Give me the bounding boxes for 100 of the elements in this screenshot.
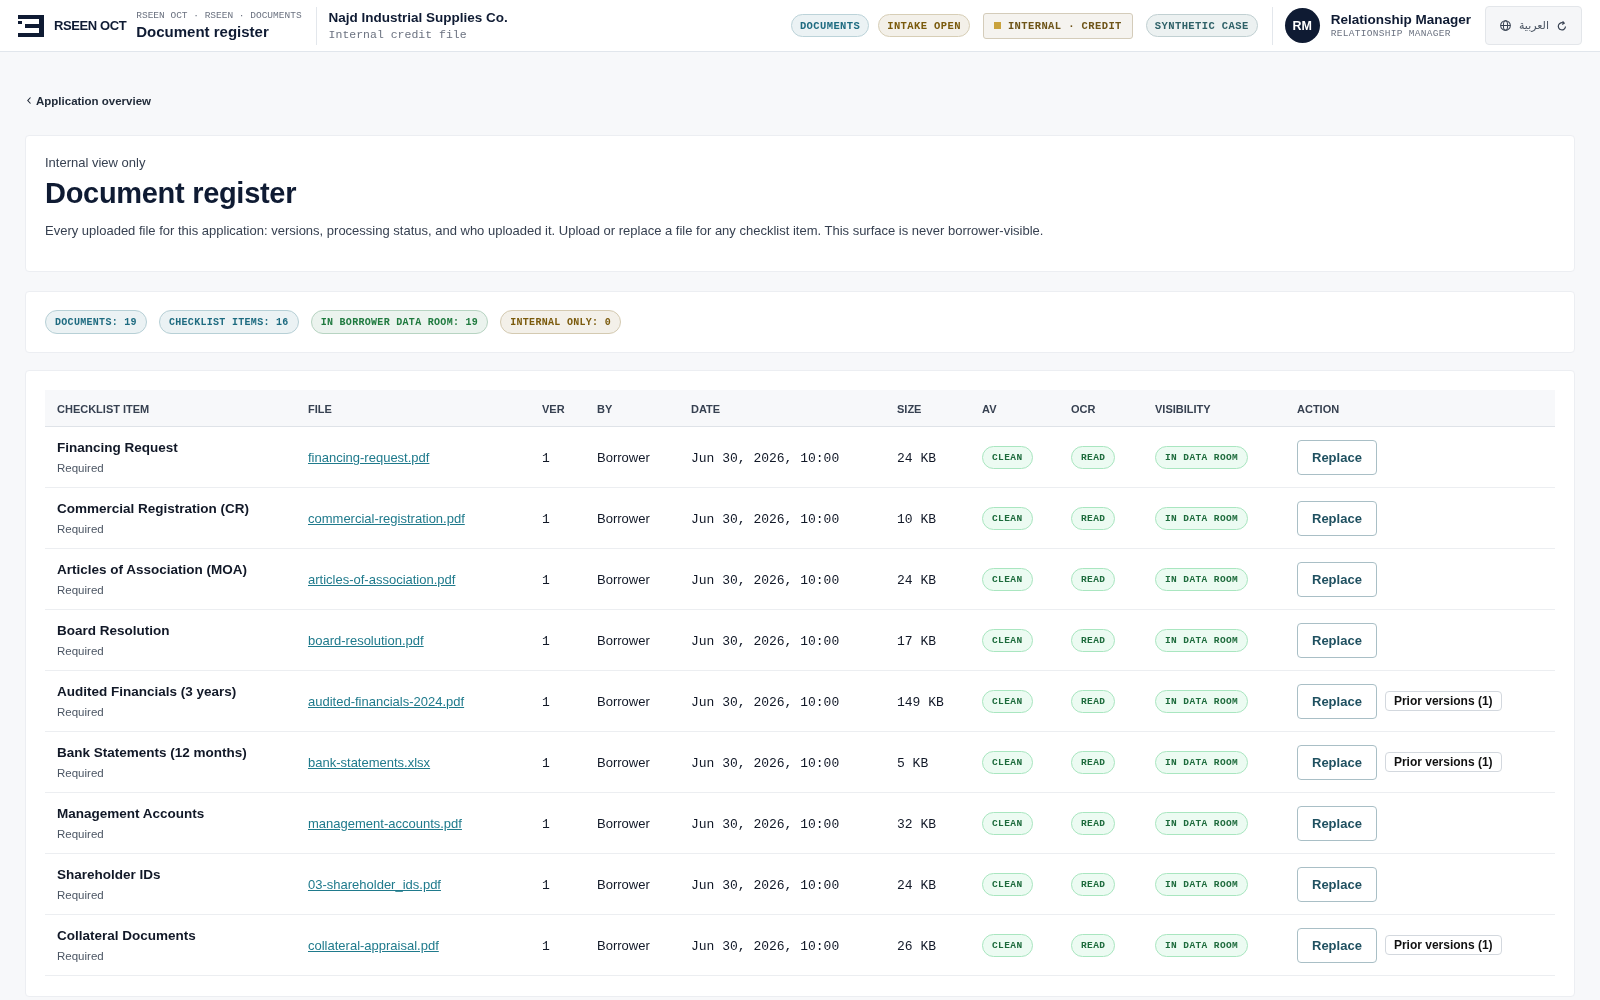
file-link[interactable]: collateral-appraisal.pdf bbox=[308, 938, 439, 953]
checklist-item-name: Collateral Documents bbox=[57, 926, 197, 945]
file-size: 17 KB bbox=[897, 634, 936, 649]
requirement-label: Required bbox=[57, 887, 105, 903]
visibility-badge: IN DATA ROOM bbox=[1155, 933, 1249, 957]
square-icon bbox=[993, 22, 1001, 29]
chevron-left-icon bbox=[27, 97, 31, 104]
prior-versions-button[interactable]: Prior versions (1) bbox=[1384, 935, 1502, 955]
visibility-badge: IN DATA ROOM bbox=[1155, 445, 1249, 469]
uploader-name: Borrower bbox=[597, 694, 650, 709]
user-role: RELATIONSHIP MANAGER bbox=[1330, 28, 1452, 40]
requirement-label: Required bbox=[57, 582, 105, 598]
file-size: 5 KB bbox=[897, 756, 929, 771]
scan-status-badge: CLEAN bbox=[982, 750, 1033, 774]
replace-button[interactable]: Replace bbox=[1297, 500, 1377, 536]
checklist-item-name: Audited Financials (3 years) bbox=[57, 682, 238, 701]
upload-date: Jun 30, 2026, 10:00 bbox=[691, 756, 840, 771]
column-header: DATE bbox=[691, 403, 721, 415]
replace-button[interactable]: Replace bbox=[1297, 622, 1377, 658]
file-link[interactable]: financing-request.pdf bbox=[308, 450, 430, 465]
version-number: 1 bbox=[542, 817, 550, 832]
language-button[interactable]: العربية bbox=[1484, 6, 1582, 45]
uploader-name: Borrower bbox=[597, 755, 650, 770]
file-link[interactable]: board-resolution.pdf bbox=[308, 633, 424, 648]
column-header: SIZE bbox=[897, 403, 922, 415]
version-number: 1 bbox=[542, 512, 550, 527]
upload-date: Jun 30, 2026, 10:00 bbox=[691, 634, 840, 649]
scan-status-badge: CLEAN bbox=[982, 445, 1033, 469]
file-link[interactable]: management-accounts.pdf bbox=[308, 816, 462, 831]
brand-name: RSEEN OCT bbox=[54, 18, 127, 33]
ocr-status-badge: READ bbox=[1071, 872, 1116, 896]
status-badge: INTERNAL · CREDIT bbox=[982, 12, 1133, 39]
visibility-badge: IN DATA ROOM bbox=[1155, 628, 1249, 652]
column-header: CHECKLIST ITEM bbox=[57, 403, 150, 415]
upload-date: Jun 30, 2026, 10:00 bbox=[691, 695, 840, 710]
uploader-name: Borrower bbox=[597, 450, 650, 465]
checklist-item-name: Financing Request bbox=[57, 438, 179, 457]
checklist-item-name: Articles of Association (MOA) bbox=[57, 560, 249, 579]
column-header: FILE bbox=[308, 403, 332, 415]
count-badge: INTERNAL ONLY: 0 bbox=[500, 310, 621, 334]
status-badge: DOCUMENTS bbox=[790, 14, 870, 37]
user-avatar: RM bbox=[1284, 8, 1320, 43]
upload-date: Jun 30, 2026, 10:00 bbox=[691, 512, 840, 527]
replace-button[interactable]: Replace bbox=[1297, 439, 1377, 475]
file-size: 32 KB bbox=[897, 817, 936, 832]
replace-button[interactable]: Replace bbox=[1297, 805, 1377, 841]
upload-date: Jun 30, 2026, 10:00 bbox=[691, 451, 840, 466]
upload-date: Jun 30, 2026, 10:00 bbox=[691, 573, 840, 588]
back-link[interactable]: Application overview bbox=[27, 90, 152, 111]
visibility-badge: IN DATA ROOM bbox=[1155, 567, 1249, 591]
replace-button[interactable]: Replace bbox=[1297, 561, 1377, 597]
visibility-badge: IN DATA ROOM bbox=[1155, 689, 1249, 713]
replace-button[interactable]: Replace bbox=[1297, 683, 1377, 719]
requirement-label: Required bbox=[57, 704, 105, 720]
replace-button[interactable]: Replace bbox=[1297, 927, 1377, 963]
version-number: 1 bbox=[542, 878, 550, 893]
count-badge: CHECKLIST ITEMS: 16 bbox=[158, 310, 299, 334]
requirement-label: Required bbox=[57, 643, 105, 659]
file-size: 10 KB bbox=[897, 512, 936, 527]
file-size: 24 KB bbox=[897, 573, 936, 588]
status-badge: INTAKE OPEN bbox=[878, 14, 970, 37]
scan-status-badge: CLEAN bbox=[982, 567, 1033, 591]
file-link[interactable]: audited-financials-2024.pdf bbox=[308, 694, 465, 709]
file-link[interactable]: articles-of-association.pdf bbox=[308, 572, 456, 587]
checklist-item-name: Bank Statements (12 months) bbox=[57, 743, 248, 762]
version-number: 1 bbox=[542, 634, 550, 649]
count-badge: IN BORROWER DATA ROOM: 19 bbox=[310, 310, 489, 334]
page-heading: Document register bbox=[45, 176, 298, 211]
uploader-name: Borrower bbox=[597, 938, 650, 953]
replace-button[interactable]: Replace bbox=[1297, 866, 1377, 902]
count-badge: DOCUMENTS: 19 bbox=[45, 310, 147, 334]
file-link[interactable]: bank-statements.xlsx bbox=[308, 755, 431, 770]
prior-versions-button[interactable]: Prior versions (1) bbox=[1384, 691, 1502, 711]
eyebrow-text: Internal view only bbox=[45, 155, 147, 171]
page-description: Every uploaded file for this application: versions, processing status, and who uploaded it. Upload or replace a file for any checklist item. This surface is never borrower-visible. bbox=[45, 222, 1045, 240]
scan-status-badge: CLEAN bbox=[982, 872, 1033, 896]
prior-versions-button[interactable]: Prior versions (1) bbox=[1384, 752, 1502, 772]
version-number: 1 bbox=[542, 756, 550, 771]
visibility-badge: IN DATA ROOM bbox=[1155, 750, 1249, 774]
replace-button[interactable]: Replace bbox=[1297, 744, 1377, 780]
visibility-badge: IN DATA ROOM bbox=[1155, 811, 1249, 835]
globe-icon bbox=[1499, 20, 1511, 31]
ocr-status-badge: READ bbox=[1071, 628, 1116, 652]
scan-status-badge: CLEAN bbox=[982, 506, 1033, 530]
version-number: 1 bbox=[542, 573, 550, 588]
requirement-label: Required bbox=[57, 521, 105, 537]
uploader-name: Borrower bbox=[597, 877, 650, 892]
user-name: Relationship Manager bbox=[1330, 11, 1471, 28]
ocr-status-badge: READ bbox=[1071, 567, 1116, 591]
status-badge: SYNTHETIC CASE bbox=[1145, 14, 1258, 37]
file-subtitle: Internal credit file bbox=[328, 27, 468, 42]
file-link[interactable]: commercial-registration.pdf bbox=[308, 511, 465, 526]
file-link[interactable]: 03-shareholder_ids.pdf bbox=[308, 877, 441, 892]
checklist-item-name: Commercial Registration (CR) bbox=[57, 499, 251, 518]
page-title: Document register bbox=[136, 22, 270, 41]
scan-status-badge: CLEAN bbox=[982, 689, 1033, 713]
upload-date: Jun 30, 2026, 10:00 bbox=[691, 878, 840, 893]
company-name: Najd Industrial Supplies Co. bbox=[328, 9, 508, 27]
requirement-label: Required bbox=[57, 826, 105, 842]
column-header: BY bbox=[597, 403, 613, 415]
